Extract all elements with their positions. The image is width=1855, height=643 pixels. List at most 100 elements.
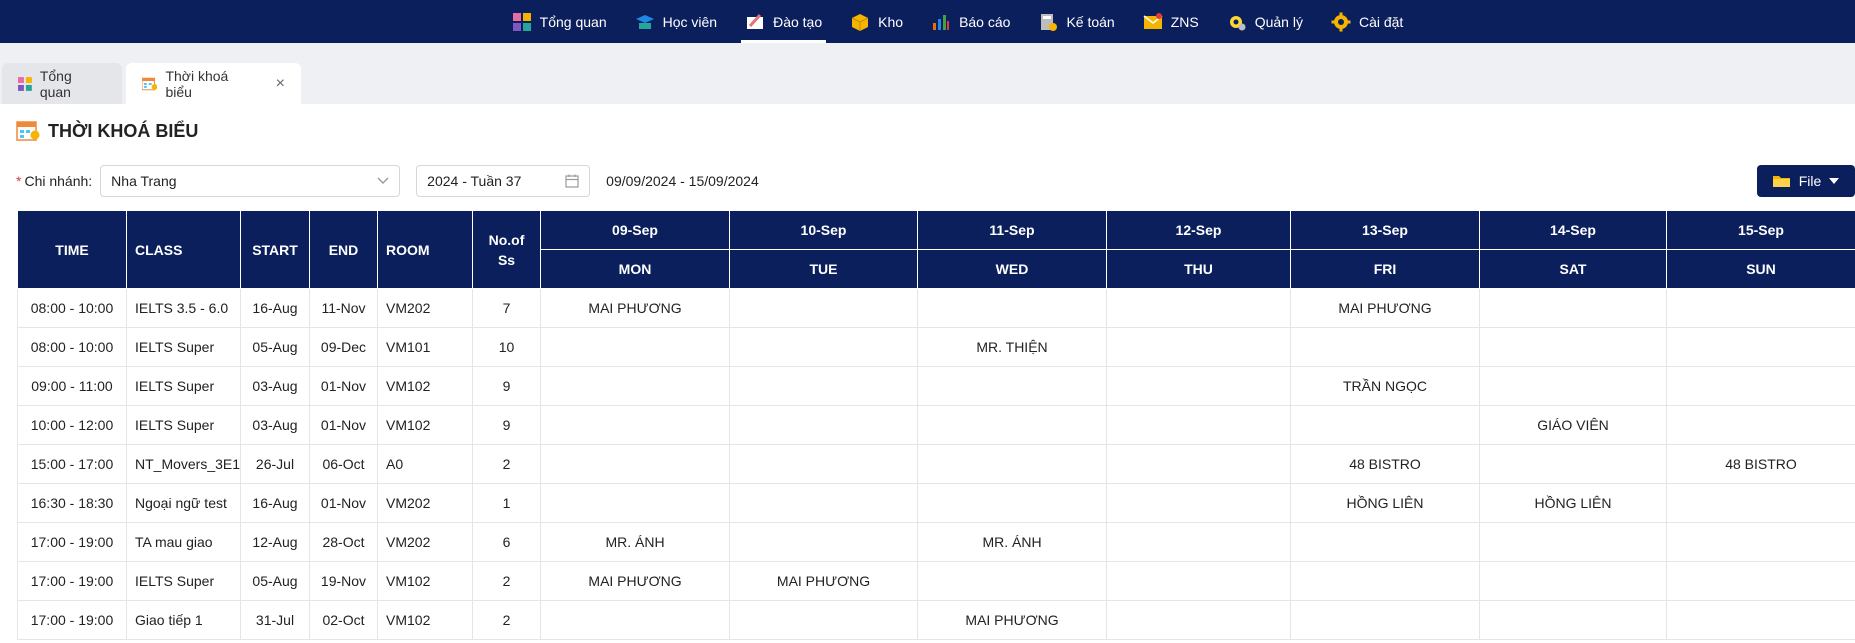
schedule-cell[interactable]: MR. ÁNH [540, 522, 730, 562]
schedule-cell[interactable]: 48 BISTRO [1666, 444, 1855, 484]
schedule-cell[interactable] [1290, 561, 1480, 601]
schedule-cell[interactable] [540, 405, 730, 445]
schedule-cell[interactable] [540, 444, 730, 484]
schedule-cell[interactable]: MAI PHƯƠNG [540, 288, 730, 328]
schedule-cell[interactable]: MAI PHƯƠNG [1290, 288, 1480, 328]
schedule-cell[interactable] [1666, 600, 1855, 640]
schedule-cell[interactable] [1666, 366, 1855, 406]
cell-time: 10:00 - 12:00 [17, 405, 127, 445]
nav-item[interactable]: Báo cáo [917, 0, 1024, 43]
schedule-cell[interactable] [1479, 288, 1667, 328]
schedule-cell[interactable] [729, 522, 918, 562]
schedule-cell[interactable] [729, 483, 918, 523]
schedule-cell[interactable] [729, 444, 918, 484]
schedule-cell[interactable] [917, 405, 1107, 445]
schedule-cell[interactable] [1666, 327, 1855, 367]
table-row[interactable]: 08:00 - 10:00 IELTS Super 05-Aug 09-Dec VM10… [17, 327, 1855, 367]
week-picker[interactable]: 2024 - Tuần 37 [416, 165, 591, 197]
schedule-cell[interactable] [729, 366, 918, 406]
schedule-cell[interactable] [1106, 405, 1291, 445]
schedule-cell[interactable] [540, 327, 730, 367]
schedule-cell[interactable] [1666, 483, 1855, 523]
schedule-cell[interactable] [1479, 444, 1667, 484]
schedule-cell[interactable] [1106, 444, 1291, 484]
schedule-cell[interactable] [1479, 522, 1667, 562]
cell-class: IELTS Super [126, 405, 241, 445]
schedule-cell[interactable]: HỒNG LIÊN [1479, 483, 1667, 523]
nav-item[interactable]: Học viên [621, 0, 731, 43]
week-value: 2024 - Tuần 37 [427, 173, 522, 189]
schedule-cell[interactable]: MAI PHƯƠNG [917, 600, 1107, 640]
nav-item-label: Cài đặt [1358, 13, 1404, 30]
schedule-cell[interactable] [917, 444, 1107, 484]
close-icon[interactable]: × [276, 75, 285, 92]
schedule-cell[interactable] [540, 366, 730, 406]
schedule-cell[interactable] [1290, 405, 1480, 445]
cell-room: VM202 [377, 483, 473, 523]
table-row[interactable]: 15:00 - 17:00 NT_Movers_3E1 26-Jul 06-Oct A0… [17, 444, 1855, 484]
nav-item[interactable]: Kế toán [1024, 0, 1128, 43]
schedule-cell[interactable]: GIÁO VIÊN [1479, 405, 1667, 445]
table-row[interactable]: 09:00 - 11:00 IELTS Super 03-Aug 01-Nov VM10… [17, 366, 1855, 406]
schedule-cell[interactable] [917, 561, 1107, 601]
table-row[interactable]: 17:00 - 19:00 Giao tiếp 1 31-Jul 02-Oct VM10… [17, 600, 1855, 640]
required-mark: * [16, 173, 22, 189]
schedule-cell[interactable] [1106, 522, 1291, 562]
tab-timetable[interactable]: Thời khoá biểu × [126, 63, 301, 104]
schedule-cell[interactable] [1479, 327, 1667, 367]
nav-item[interactable]: Quản lý [1213, 0, 1317, 43]
schedule-cell[interactable] [1666, 522, 1855, 562]
table-row[interactable]: 17:00 - 19:00 TA mau giao 12-Aug 28-Oct VM20… [17, 522, 1855, 562]
schedule-cell[interactable] [540, 600, 730, 640]
schedule-cell[interactable] [729, 327, 918, 367]
schedule-cell[interactable] [729, 600, 918, 640]
cell-end: 19-Nov [309, 561, 378, 601]
table-row[interactable]: 16:30 - 18:30 Ngoại ngữ test 16-Aug 01-Nov V… [17, 483, 1855, 523]
nav-item[interactable]: Cài đặt [1317, 0, 1417, 43]
schedule-cell[interactable] [917, 366, 1107, 406]
schedule-cell[interactable] [917, 288, 1107, 328]
schedule-cell[interactable]: TRẦN NGỌC [1290, 366, 1480, 406]
schedule-cell[interactable] [729, 405, 918, 445]
header-weekday: THU [1106, 249, 1291, 289]
nav-item[interactable]: Kho [836, 0, 917, 43]
header-date: 12-Sep [1106, 210, 1291, 250]
table-row[interactable]: 17:00 - 19:00 IELTS Super 05-Aug 19-Nov VM10… [17, 561, 1855, 601]
schedule-cell[interactable] [1290, 327, 1480, 367]
schedule-cell[interactable] [1666, 405, 1855, 445]
nav-item[interactable]: Đào tạo [731, 0, 836, 43]
schedule-cell[interactable]: MAI PHƯƠNG [729, 561, 918, 601]
table-row[interactable]: 08:00 - 10:00 IELTS 3.5 - 6.0 16-Aug 11-Nov… [17, 288, 1855, 328]
schedule-cell[interactable] [1106, 366, 1291, 406]
table-row[interactable]: 10:00 - 12:00 IELTS Super 03-Aug 01-Nov VM10… [17, 405, 1855, 445]
schedule-cell[interactable] [1666, 288, 1855, 328]
schedule-cell[interactable] [1106, 600, 1291, 640]
schedule-cell[interactable] [1479, 600, 1667, 640]
schedule-cell[interactable] [1666, 561, 1855, 601]
schedule-cell[interactable] [1106, 288, 1291, 328]
schedule-cell[interactable] [1106, 561, 1291, 601]
schedule-cell[interactable] [1479, 366, 1667, 406]
schedule-cell[interactable]: HỒNG LIÊN [1290, 483, 1480, 523]
cell-class: IELTS Super [126, 366, 241, 406]
schedule-cell[interactable]: 48 BISTRO [1290, 444, 1480, 484]
schedule-cell[interactable] [1290, 600, 1480, 640]
tab-overview[interactable]: Tổng quan [2, 63, 122, 104]
schedule-cell[interactable]: MR. THIỆN [917, 327, 1107, 367]
schedule-cell[interactable] [1106, 483, 1291, 523]
branch-select[interactable]: Nha Trang [100, 165, 401, 197]
tab-label: Thời khoá biểu [165, 67, 229, 100]
nav-item[interactable]: Tổng quan [498, 0, 621, 43]
schedule-cell[interactable]: MAI PHƯƠNG [540, 561, 730, 601]
schedule-cell[interactable] [1106, 327, 1291, 367]
schedule-cell[interactable] [917, 483, 1107, 523]
schedule-cell[interactable] [1290, 522, 1480, 562]
schedule-cell[interactable] [729, 288, 918, 328]
schedule-cell[interactable] [540, 483, 730, 523]
file-button[interactable]: File [1757, 165, 1855, 197]
nav-item[interactable]: ZNS [1129, 0, 1213, 43]
schedule-cell[interactable] [1479, 561, 1667, 601]
header-time: TIME [17, 210, 127, 289]
schedule-cell[interactable]: MR. ÁNH [917, 522, 1107, 562]
cell-time: 15:00 - 17:00 [17, 444, 127, 484]
